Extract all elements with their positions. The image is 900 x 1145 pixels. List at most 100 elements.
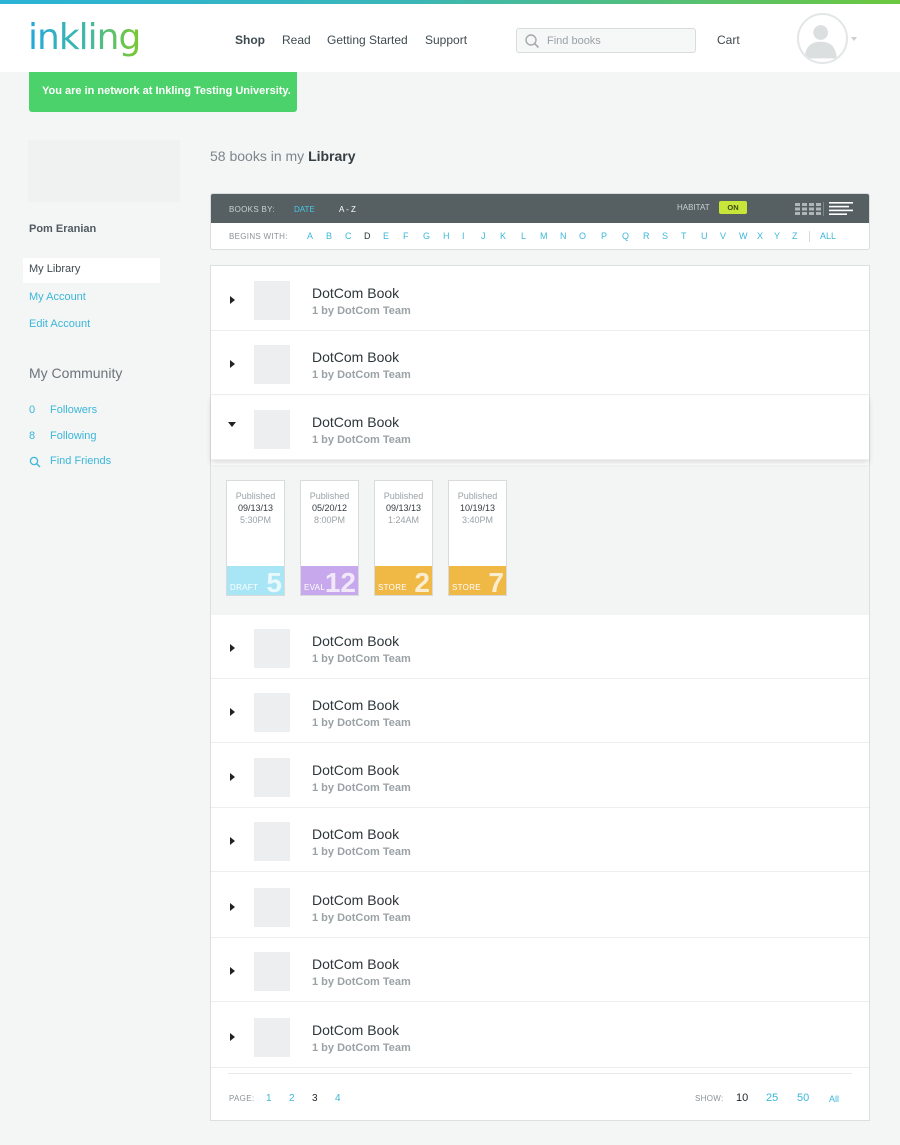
book-cover[interactable] [254,952,290,991]
book-row[interactable]: DotCom Book 1 by DotCom Team [211,396,869,460]
expand-triangle-icon[interactable] [230,360,235,368]
letter-m[interactable]: M [540,231,548,241]
book-title[interactable]: DotCom Book [312,826,399,842]
nav-getting-started[interactable]: Getting Started [327,33,408,47]
search-box[interactable] [516,28,696,53]
book-cover[interactable] [254,345,290,384]
user-avatar[interactable] [797,13,848,64]
show-25[interactable]: 25 [766,1092,778,1104]
page-1[interactable]: 1 [266,1093,272,1104]
following-count[interactable]: 8 [29,430,35,442]
following-link[interactable]: Following [50,430,96,442]
book-cover[interactable] [254,281,290,320]
book-cover[interactable] [254,629,290,668]
book-cover[interactable] [254,1018,290,1057]
letter-j[interactable]: J [481,231,486,241]
show-50[interactable]: 50 [797,1092,809,1104]
sidebar-item-my-library[interactable]: My Library [29,263,80,275]
book-row[interactable]: DotCom Book 1 by DotCom Team [211,1004,869,1068]
expand-triangle-icon[interactable] [230,837,235,845]
sort-by-date[interactable]: DATE [294,205,315,214]
book-cover[interactable] [254,693,290,732]
letter-i[interactable]: I [462,231,465,241]
find-friends-link[interactable]: Find Friends [50,455,111,467]
book-title[interactable]: DotCom Book [312,892,399,908]
letter-y[interactable]: Y [774,231,780,241]
book-title[interactable]: DotCom Book [312,349,399,365]
letter-t[interactable]: T [681,231,687,241]
letter-w[interactable]: W [739,231,748,241]
version-card[interactable]: Published 09/13/13 5:30PM 5 DRAFT [226,480,285,598]
page-2[interactable]: 2 [289,1093,295,1104]
sidebar-item-edit-account[interactable]: Edit Account [29,318,90,330]
version-card[interactable]: Published 05/20/12 8:00PM 12 EVAL [300,480,359,598]
book-title[interactable]: DotCom Book [312,285,399,301]
book-row[interactable]: DotCom Book 1 by DotCom Team [211,267,869,331]
search-input[interactable] [547,32,687,50]
book-title[interactable]: DotCom Book [312,414,399,430]
letter-n[interactable]: N [560,231,567,241]
letter-g[interactable]: G [423,231,430,241]
letter-o[interactable]: O [579,231,586,241]
book-title[interactable]: DotCom Book [312,633,399,649]
nav-read[interactable]: Read [282,33,311,47]
letter-f[interactable]: F [403,231,409,241]
show-all[interactable]: All [829,1094,839,1104]
inkling-logo[interactable]: inkling [28,18,141,58]
nav-support[interactable]: Support [425,33,467,47]
letter-a[interactable]: A [307,231,313,241]
letter-b[interactable]: B [326,231,332,241]
book-cover[interactable] [254,888,290,927]
version-card[interactable]: Published 09/13/13 1:24AM 2 STORE [374,480,433,598]
book-row[interactable]: DotCom Book 1 by DotCom Team [211,679,869,743]
book-title[interactable]: DotCom Book [312,697,399,713]
book-row[interactable]: DotCom Book 1 by DotCom Team [211,615,869,679]
book-title[interactable]: DotCom Book [312,762,399,778]
letter-l[interactable]: L [521,231,526,241]
book-row[interactable]: DotCom Book 1 by DotCom Team [211,874,869,938]
version-card[interactable]: Published 10/19/13 3:40PM 7 STORE [448,480,507,598]
letter-r[interactable]: R [643,231,650,241]
nav-shop[interactable]: Shop [235,33,265,47]
cart-link[interactable]: Cart [717,33,740,47]
show-10[interactable]: 10 [736,1092,748,1104]
letter-u[interactable]: U [701,231,708,241]
habitat-toggle[interactable]: ON [719,201,747,214]
list-view-icon[interactable] [829,202,853,215]
sort-a-z[interactable]: A - Z [339,205,356,214]
letter-k[interactable]: K [500,231,506,241]
book-row[interactable]: DotCom Book 1 by DotCom Team [211,331,869,395]
expand-triangle-icon[interactable] [230,903,235,911]
book-title[interactable]: DotCom Book [312,1022,399,1038]
letter-all[interactable]: ALL [820,231,836,241]
book-title[interactable]: DotCom Book [312,956,399,972]
page-4[interactable]: 4 [335,1093,341,1104]
chevron-down-icon[interactable] [851,37,857,41]
letter-v[interactable]: V [720,231,726,241]
letter-z[interactable]: Z [792,231,798,241]
expand-triangle-icon[interactable] [230,708,235,716]
book-cover[interactable] [254,410,290,449]
expand-triangle-icon[interactable] [230,296,235,304]
letter-h[interactable]: H [443,231,450,241]
letter-x[interactable]: X [757,231,763,241]
letter-d[interactable]: D [364,231,371,241]
book-row[interactable]: DotCom Book 1 by DotCom Team [211,808,869,872]
followers-link[interactable]: Followers [50,404,97,416]
book-cover[interactable] [254,758,290,797]
expand-triangle-icon[interactable] [230,967,235,975]
letter-e[interactable]: E [383,231,389,241]
grid-view-icon[interactable] [795,203,821,215]
expand-triangle-icon[interactable] [230,644,235,652]
book-row[interactable]: DotCom Book 1 by DotCom Team [211,744,869,808]
expand-triangle-icon[interactable] [230,1033,235,1041]
sidebar-item-my-account[interactable]: My Account [29,291,86,303]
followers-count[interactable]: 0 [29,404,35,416]
page-3[interactable]: 3 [312,1093,318,1104]
letter-p[interactable]: P [601,231,607,241]
collapse-triangle-icon[interactable] [228,422,236,427]
book-cover[interactable] [254,822,290,861]
book-row[interactable]: DotCom Book 1 by DotCom Team [211,938,869,1002]
letter-s[interactable]: S [662,231,668,241]
expand-triangle-icon[interactable] [230,773,235,781]
